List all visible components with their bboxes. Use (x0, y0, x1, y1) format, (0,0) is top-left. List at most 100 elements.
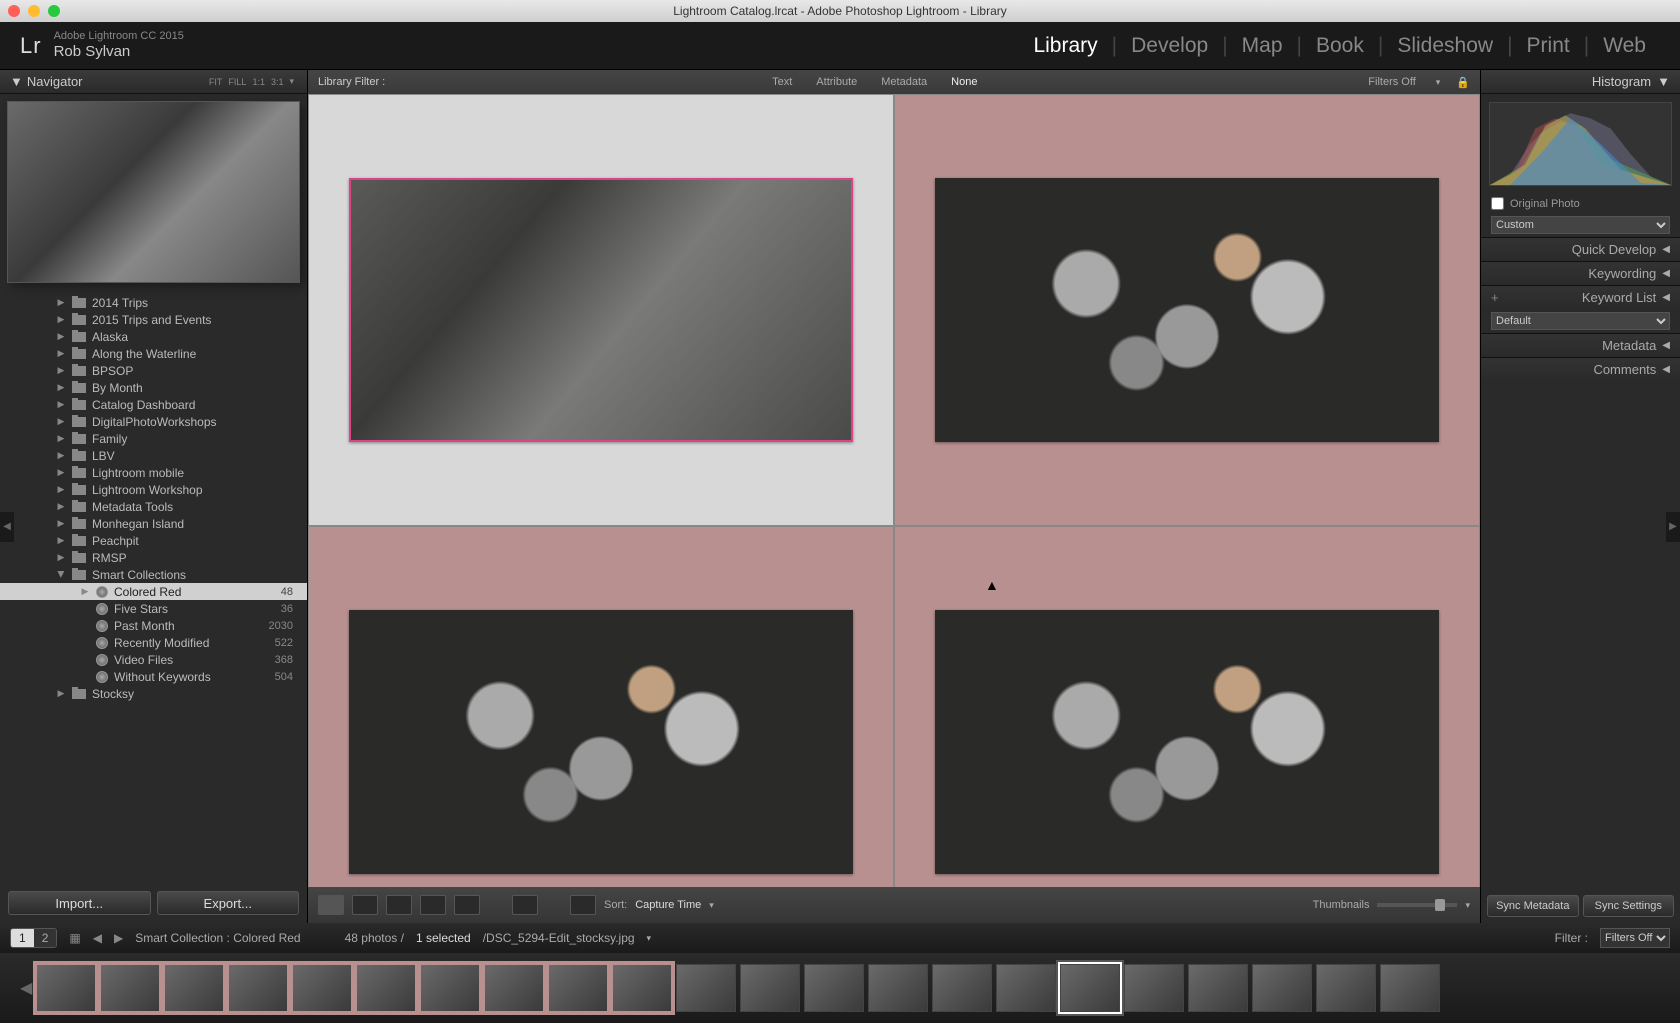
collection-set-row[interactable]: ▶BPSOP (0, 362, 307, 379)
module-develop[interactable]: Develop (1117, 34, 1222, 58)
photo-thumbnail[interactable] (935, 178, 1439, 442)
filter-preset-select[interactable]: Filters Off (1600, 928, 1670, 948)
module-library[interactable]: Library (1019, 34, 1111, 58)
collapse-left-icon[interactable]: ◀ (0, 512, 14, 542)
module-map[interactable]: Map (1228, 34, 1297, 58)
smart-collection-row[interactable]: ▶Recently Modified522 (0, 634, 307, 651)
filmstrip-left-icon[interactable]: ◀ (20, 978, 32, 998)
secondary-display-toggle[interactable]: 1 2 (10, 928, 57, 948)
disclosure-triangle-icon[interactable]: ▶ (56, 297, 66, 308)
disclosure-triangle-icon[interactable]: ▶ (56, 535, 66, 546)
filter-none[interactable]: None (947, 74, 981, 90)
disclosure-triangle-icon[interactable]: ▶ (80, 586, 90, 597)
grid-toggle-icon[interactable]: ▦ (69, 931, 80, 945)
filmstrip-thumbnail[interactable] (676, 964, 736, 1012)
disclosure-triangle-icon[interactable]: ▶ (56, 433, 66, 444)
view-loupe-icon[interactable] (352, 895, 378, 915)
grid-cell[interactable] (894, 94, 1480, 526)
filters-off[interactable]: Filters Off (1364, 74, 1419, 90)
sort-direction-icon[interactable] (570, 895, 596, 915)
disclosure-triangle-icon[interactable]: ▶ (56, 688, 66, 699)
filter-chevron-icon[interactable]: ▾ (1436, 77, 1441, 88)
collection-set-row[interactable]: ▶Metadata Tools (0, 498, 307, 515)
toolbar-menu-icon[interactable]: ▾ (1465, 900, 1470, 911)
disclosure-triangle-icon[interactable]: ▶ (56, 552, 66, 563)
filmstrip-thumbnail[interactable] (292, 964, 352, 1012)
collection-set-row[interactable]: ▶Alaska (0, 328, 307, 345)
disclosure-triangle-icon[interactable]: ▶ (56, 484, 66, 495)
disclosure-triangle-icon[interactable]: ▶ (56, 416, 66, 427)
filmstrip-thumbnail[interactable] (804, 964, 864, 1012)
view-grid-icon[interactable] (318, 895, 344, 915)
module-slideshow[interactable]: Slideshow (1383, 34, 1507, 58)
import-button[interactable]: Import... (8, 891, 151, 915)
collection-set-row[interactable]: ▶Along the Waterline (0, 345, 307, 362)
disclosure-triangle-icon[interactable]: ▶ (56, 450, 66, 461)
grid-cell[interactable] (308, 94, 894, 526)
photo-thumbnail[interactable] (349, 178, 853, 442)
filmstrip-thumbnail[interactable] (100, 964, 160, 1012)
sort-menu-icon[interactable]: ▾ (709, 900, 714, 911)
collection-set-row[interactable]: ▶DigitalPhotoWorkshops (0, 413, 307, 430)
photo-thumbnail[interactable] (349, 610, 853, 874)
collections-tree[interactable]: ▶2014 Trips▶2015 Trips and Events▶Alaska… (0, 294, 307, 883)
module-web[interactable]: Web (1589, 34, 1660, 58)
filmstrip-thumbnail[interactable] (1060, 964, 1120, 1012)
nav-fill[interactable]: FILL (225, 77, 249, 87)
nav-fit[interactable]: FIT (206, 77, 226, 87)
nav-forward-icon[interactable]: ▶ (114, 931, 123, 945)
disclosure-triangle-icon[interactable]: ▶ (56, 467, 66, 478)
display-1[interactable]: 1 (11, 929, 34, 947)
filmstrip-thumbnail[interactable] (740, 964, 800, 1012)
collapse-right-icon[interactable]: ▶ (1666, 512, 1680, 542)
nav-3to1[interactable]: 3:1 (268, 77, 287, 87)
collection-set-row[interactable]: ▶Catalog Dashboard (0, 396, 307, 413)
filmstrip-thumbnail[interactable] (1124, 964, 1184, 1012)
original-photo-row[interactable]: Original Photo (1481, 194, 1680, 213)
filmstrip-thumbnail[interactable] (996, 964, 1056, 1012)
navigator-header[interactable]: ▼ Navigator FIT FILL 1:1 3:1 ▾ (0, 70, 307, 94)
collection-set-row[interactable]: ▶RMSP (0, 549, 307, 566)
sync-settings-button[interactable]: Sync Settings (1583, 895, 1675, 917)
filter-metadata[interactable]: Metadata (877, 74, 931, 90)
nav-back-icon[interactable]: ◀ (93, 931, 102, 945)
disclosure-triangle-icon[interactable]: ▶ (56, 314, 66, 325)
painter-tool-icon[interactable] (512, 895, 538, 915)
filmstrip-thumbnail[interactable] (356, 964, 416, 1012)
collection-set-row[interactable]: ▶Peachpit (0, 532, 307, 549)
filename-menu-icon[interactable]: ▾ (647, 933, 652, 944)
smart-collection-row[interactable]: ▶Colored Red48 (0, 583, 307, 600)
disclosure-triangle-icon[interactable]: ▶ (56, 501, 66, 512)
nav-ratio-menu-icon[interactable]: ▾ (286, 76, 297, 87)
histogram-header[interactable]: Histogram ▼ (1481, 70, 1680, 94)
smart-collection-row[interactable]: ▶Without Keywords504 (0, 668, 307, 685)
collection-set-row[interactable]: ▶By Month (0, 379, 307, 396)
sort-value[interactable]: Capture Time (635, 899, 701, 911)
filmstrip-thumbnail[interactable] (612, 964, 672, 1012)
add-keyword-icon[interactable]: + (1491, 290, 1499, 305)
metadata-preset-select[interactable]: Default (1491, 312, 1670, 330)
navigator-preview[interactable] (8, 102, 299, 282)
disclosure-triangle-icon[interactable]: ▶ (56, 365, 66, 376)
collection-set-row[interactable]: ▶Lightroom Workshop (0, 481, 307, 498)
display-2[interactable]: 2 (34, 929, 57, 947)
metadata-header[interactable]: Metadata◀ (1481, 333, 1680, 357)
filmstrip-thumbnail[interactable] (932, 964, 992, 1012)
comments-header[interactable]: Comments◀ (1481, 357, 1680, 381)
collection-set-row[interactable]: ▶Lightroom mobile (0, 464, 307, 481)
smart-collection-row[interactable]: ▶Five Stars36 (0, 600, 307, 617)
filmstrip-thumbnail[interactable] (548, 964, 608, 1012)
smart-collection-row[interactable]: ▶Past Month2030 (0, 617, 307, 634)
disclosure-triangle-icon[interactable]: ▶ (56, 331, 66, 342)
original-photo-checkbox[interactable] (1491, 197, 1504, 210)
view-compare-icon[interactable] (386, 895, 412, 915)
filmstrip-thumbnail[interactable] (1316, 964, 1376, 1012)
filmstrip-thumbnail[interactable] (1380, 964, 1440, 1012)
histogram-display[interactable] (1489, 102, 1672, 186)
quick-develop-header[interactable]: Quick Develop◀ (1481, 237, 1680, 261)
filter-attribute[interactable]: Attribute (812, 74, 861, 90)
filmstrip-thumbnail[interactable] (420, 964, 480, 1012)
filmstrip-thumbnail[interactable] (1252, 964, 1312, 1012)
filter-lock-icon[interactable]: 🔒 (1456, 76, 1470, 89)
smart-collection-row[interactable]: ▶Video Files368 (0, 651, 307, 668)
